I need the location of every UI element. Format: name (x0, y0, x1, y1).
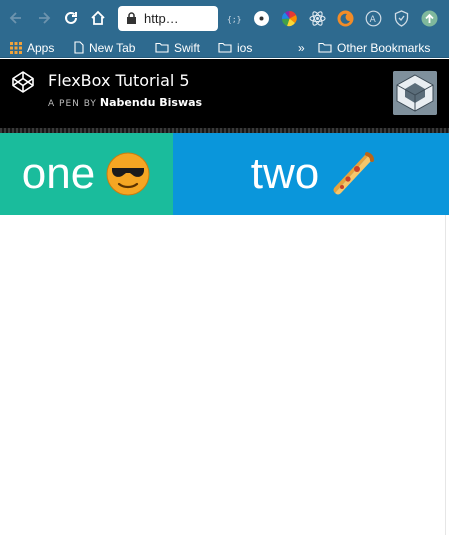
bookmark-other-bookmarks[interactable]: Other Bookmarks (318, 39, 430, 56)
bookmark-ios[interactable]: ios (218, 39, 252, 56)
pen-author-link[interactable]: Nabendu Biswas (100, 96, 202, 109)
bookmark-new-tab[interactable]: New Tab (74, 39, 135, 56)
bookmarks-bar: Apps New Tab Swift ios » Other Bookmarks (0, 37, 449, 58)
sunglasses-emoji-icon (106, 152, 150, 196)
upload-extension-button[interactable] (421, 10, 438, 27)
url-text: http… (144, 11, 179, 26)
folder-icon (218, 42, 232, 53)
lock-icon (127, 12, 136, 24)
bookmark-star-button[interactable] (192, 7, 211, 30)
react-extension-button[interactable] (309, 10, 326, 27)
pen-header: FlexBox Tutorial 5 A PEN BY Nabendu Biswa… (0, 59, 449, 128)
overflow-chevron-icon: » (298, 40, 305, 55)
shield-extension-icon (394, 10, 409, 27)
accessibility-extension-button[interactable]: A (365, 10, 382, 27)
moon-extension-button[interactable] (337, 10, 354, 27)
pizza-emoji-icon (333, 152, 375, 195)
browser-toolbar: http… {;} A (0, 0, 449, 37)
page-edge-divider (445, 215, 446, 535)
svg-text:A: A (370, 15, 377, 25)
flex-item-two: two (173, 133, 449, 215)
bookmark-label: Swift (174, 40, 201, 55)
flex-container: one two (0, 133, 449, 215)
flex-item-one: one (0, 133, 173, 215)
react-extension-icon (309, 11, 326, 26)
dark-circle-extension-button[interactable] (253, 10, 270, 27)
bookmark-label: Apps (27, 40, 55, 55)
author-avatar[interactable] (393, 71, 437, 115)
pen-byline: A PEN BY Nabendu Biswas (48, 96, 202, 109)
box-one-label: one (21, 149, 96, 198)
avatar-image-icon (393, 71, 437, 115)
bookmarks-overflow-button[interactable]: » (298, 39, 305, 56)
dark-circle-extension-icon (254, 11, 269, 26)
bookmark-label: ios (237, 40, 253, 55)
reload-button[interactable] (61, 8, 81, 28)
home-button[interactable] (88, 8, 108, 28)
folder-icon (155, 42, 169, 53)
bookmark-apps[interactable]: Apps (10, 39, 54, 56)
reload-icon (65, 11, 77, 24)
pen-title: FlexBox Tutorial 5 (48, 71, 190, 90)
color-wheel-extension-button[interactable] (281, 10, 298, 27)
color-wheel-extension-icon (281, 11, 297, 27)
bracket-extension-button[interactable]: {;} (225, 10, 242, 27)
home-icon (91, 10, 105, 25)
byline-prefix: A PEN BY (48, 99, 97, 109)
bracket-extension-icon: {;} (227, 15, 241, 24)
back-button[interactable] (6, 8, 26, 28)
bookmark-label: Other Bookmarks (337, 40, 431, 55)
shield-extension-button[interactable] (393, 10, 410, 27)
accessibility-extension-icon: A (365, 10, 382, 27)
bookmark-label: New Tab (89, 40, 136, 55)
forward-icon (39, 12, 51, 24)
upload-extension-icon (421, 10, 438, 27)
folder-icon (318, 42, 332, 53)
svg-text:{;}: {;} (227, 15, 241, 24)
back-icon (9, 12, 21, 24)
bookmark-swift[interactable]: Swift (155, 39, 200, 56)
apps-grid-icon (10, 41, 22, 54)
moon-extension-icon (337, 10, 354, 27)
page-icon (74, 41, 84, 54)
star-icon (192, 7, 211, 25)
box-two-label: two (250, 149, 320, 198)
codepen-logo-icon[interactable] (11, 70, 35, 94)
forward-button[interactable] (34, 8, 54, 28)
